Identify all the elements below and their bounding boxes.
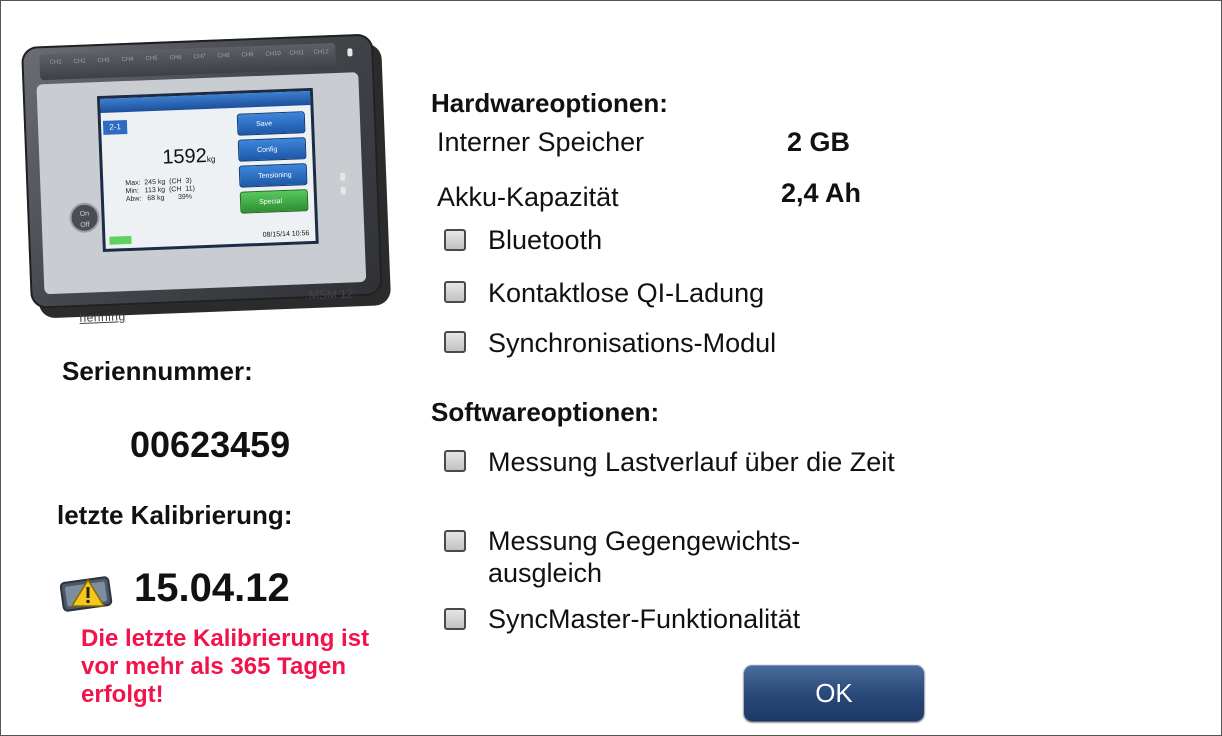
- software-title: Softwareoptionen:: [431, 397, 660, 427]
- calibration-label: letzte Kalibrierung:: [57, 500, 293, 530]
- qi-charging-checkbox[interactable]: [444, 281, 466, 303]
- syncmaster-label: SyncMaster-Funktionalität: [488, 604, 801, 634]
- channel-label: CH5: [145, 55, 158, 63]
- serial-label: Seriennummer:: [62, 356, 253, 386]
- screen-info: Max: 245 kg (CH 3) Min: 113 kg (CH 11) A…: [125, 177, 196, 204]
- screen-special-button: Special: [239, 189, 309, 214]
- calibration-warning: Die letzte Kalibrierung ist vor mehr als…: [81, 625, 370, 708]
- status-led-icon: [340, 172, 346, 181]
- power-button-icon: On Off: [69, 202, 101, 234]
- channel-label: CH2: [73, 58, 86, 65]
- calibration-date: 15.04.12: [134, 566, 290, 610]
- sync-module-label: Synchronisations-Modul: [488, 328, 777, 358]
- channel-label: CH10: [265, 51, 281, 58]
- channel-label: CH1: [49, 59, 62, 66]
- channel-label: CH4: [121, 56, 134, 64]
- channel-label: CH9: [241, 52, 254, 59]
- qi-charging-label: Kontaktlose QI-Ladung: [488, 278, 765, 308]
- channel-label: CH7: [193, 53, 206, 61]
- ok-button[interactable]: OK: [744, 665, 924, 721]
- sync-module-checkbox[interactable]: [444, 331, 466, 353]
- channel-label: CH11: [289, 50, 305, 57]
- channel-label: CH3: [97, 57, 110, 65]
- brand-logo: henning: [79, 309, 126, 325]
- screen-battery-bar: [109, 235, 132, 245]
- battery-value: 2,4 Ah: [781, 178, 862, 208]
- channel-label: CH6: [169, 54, 182, 62]
- channel-label: CH12: [313, 49, 329, 56]
- device-image: CH1 CH2 CH3 CH4 CH5 CH6 CH7 CH8 CH9 CH10…: [20, 33, 392, 325]
- battery-label: Akku-Kapazität: [437, 182, 619, 212]
- warning-triangle-icon: [59, 574, 114, 612]
- serial-value: 00623459: [130, 424, 291, 465]
- screen-save-button: Save: [236, 111, 306, 136]
- storage-value: 2 GB: [787, 127, 851, 157]
- channel-label: CH8: [217, 53, 230, 60]
- counterweight-label: Messung Gegengewichts-ausgleich: [488, 525, 888, 589]
- screen-value: 1592kg: [161, 144, 216, 169]
- storage-label: Interner Speicher: [437, 127, 645, 157]
- device-screen: 2-1 1592kg Max: 245 kg (CH 3) Min: 113 k…: [96, 87, 319, 253]
- battery-led-icon: [340, 186, 346, 195]
- load-history-label: Messung Lastverlauf über die Zeit: [488, 447, 895, 477]
- model-label: MSM 12: [308, 286, 354, 303]
- screen-date: 08/15/14 10:56: [262, 230, 310, 239]
- screen-config-button: Config: [237, 137, 307, 162]
- bluetooth-checkbox[interactable]: [444, 229, 466, 251]
- hardware-title: Hardwareoptionen:: [431, 88, 668, 118]
- screen-tensioning-button: Tensioning: [238, 163, 308, 188]
- syncmaster-checkbox[interactable]: [444, 608, 466, 630]
- bluetooth-label: Bluetooth: [488, 225, 603, 255]
- load-history-checkbox[interactable]: [444, 450, 466, 472]
- screen-badge: 2-1: [102, 119, 128, 135]
- counterweight-label-text: Messung Gegengewichts-ausgleich: [488, 526, 801, 588]
- counterweight-checkbox[interactable]: [444, 530, 466, 552]
- status-led-icon: [347, 48, 353, 57]
